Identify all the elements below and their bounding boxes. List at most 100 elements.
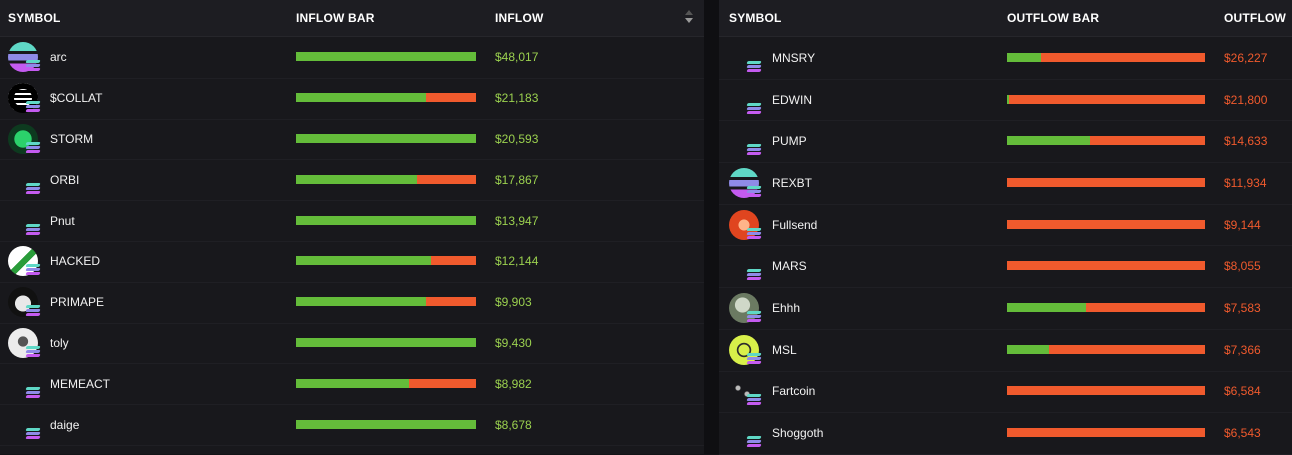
flow-bar-red-segment (1007, 177, 1205, 187)
table-row[interactable]: daige $8,678 (0, 404, 704, 446)
flow-amount: $6,584 (1224, 384, 1261, 399)
solana-chain-icon (746, 102, 762, 115)
inflow-value-header[interactable]: INFLOW (495, 11, 544, 25)
token-symbol[interactable]: MEMEACT (50, 377, 110, 391)
flow-bar (1007, 94, 1205, 104)
flow-bar (296, 133, 476, 143)
token-symbol[interactable]: PRIMAPE (50, 295, 104, 309)
table-row[interactable]: PUMP $14,633 (719, 120, 1292, 164)
solana-chain-icon (746, 436, 762, 448)
solana-chain-icon (25, 60, 41, 72)
token-symbol[interactable]: toly (50, 336, 69, 350)
table-row[interactable]: MARS $8,055 (719, 246, 1292, 289)
token-symbol[interactable]: Shoggoth (772, 426, 823, 440)
solana-chain-icon (25, 427, 41, 440)
panel-divider (704, 0, 719, 454)
flow-bar-red-segment (426, 297, 476, 307)
flow-bar-red-segment (431, 256, 476, 266)
outflow-symbol-header[interactable]: SYMBOL (729, 11, 782, 25)
flow-bar-green-segment (296, 93, 426, 103)
flow-bar (296, 174, 476, 184)
table-row[interactable]: EDWIN $21,800 (719, 79, 1292, 122)
flow-amount: $6,543 (1224, 426, 1261, 441)
token-symbol[interactable]: arc (50, 50, 67, 64)
sort-icon[interactable] (684, 9, 694, 25)
solana-chain-icon (25, 182, 41, 195)
solana-chain-icon (25, 141, 41, 154)
flow-bar (296, 93, 476, 103)
flow-amount: $20,593 (495, 131, 539, 146)
inflow-symbol-header[interactable]: SYMBOL (8, 11, 61, 25)
outflow-value-header[interactable]: OUTFLOW (1224, 11, 1286, 25)
table-row[interactable]: Fartcoin $6,584 (719, 371, 1292, 414)
token-symbol[interactable]: MSL (772, 343, 797, 357)
table-row[interactable]: STORM $20,593 (0, 119, 704, 161)
table-row[interactable]: MSL $7,366 (719, 329, 1292, 372)
table-row[interactable]: Ehhh $7,583 (719, 287, 1292, 330)
flow-bar (1007, 428, 1205, 438)
flow-amount: $9,903 (495, 295, 532, 310)
table-row[interactable]: REXBT $11,934 (719, 162, 1292, 205)
outflow-table-header: SYMBOL OUTFLOW BAR OUTFLOW (719, 0, 1292, 37)
flow-bar (296, 378, 476, 388)
token-symbol[interactable]: $COLLAT (50, 91, 102, 105)
flow-bar-red-segment (417, 174, 476, 184)
solana-chain-icon (25, 264, 41, 276)
flow-bar-red-segment (426, 93, 476, 103)
token-symbol[interactable]: MARS (772, 259, 807, 273)
table-row[interactable]: Pnut $13,947 (0, 200, 704, 242)
token-symbol[interactable]: ORBI (50, 173, 79, 187)
flow-bar-green-segment (1007, 52, 1041, 62)
inflow-bar-header[interactable]: INFLOW BAR (296, 11, 375, 25)
solana-chain-icon (25, 345, 41, 358)
solana-chain-icon (746, 144, 762, 156)
token-symbol[interactable]: daige (50, 418, 79, 432)
outflow-bar-header[interactable]: OUTFLOW BAR (1007, 11, 1099, 25)
solana-chain-icon (25, 386, 41, 399)
flow-bar (296, 419, 476, 429)
flow-bar-green-segment (296, 378, 409, 388)
token-symbol[interactable]: HACKED (50, 254, 100, 268)
flow-bar (1007, 303, 1205, 313)
flow-amount: $48,017 (495, 50, 539, 65)
table-row[interactable]: PRIMAPE $9,903 (0, 282, 704, 324)
flow-bar-green-segment (1007, 303, 1086, 313)
flow-amount: $9,144 (1224, 217, 1261, 232)
inflow-table-header: SYMBOL INFLOW BAR INFLOW (0, 0, 704, 37)
flow-bar-red-segment (1086, 303, 1205, 313)
flow-bar (296, 337, 476, 347)
token-symbol[interactable]: MNSRY (772, 51, 815, 65)
flow-bar (1007, 386, 1205, 396)
flow-bar (1007, 177, 1205, 187)
token-symbol[interactable]: PUMP (772, 134, 807, 148)
flow-amount: $21,183 (495, 91, 539, 106)
token-symbol[interactable]: Ehhh (772, 301, 800, 315)
token-symbol[interactable]: Fartcoin (772, 384, 815, 398)
table-row[interactable]: ORBI $17,867 (0, 159, 704, 202)
token-symbol[interactable]: EDWIN (772, 93, 812, 107)
table-row[interactable]: HACKED $12,144 (0, 241, 704, 283)
table-row[interactable]: Fullsend $9,144 (719, 204, 1292, 247)
flow-bar-green-segment (296, 52, 476, 62)
token-symbol[interactable]: Fullsend (772, 218, 817, 232)
flow-bar (1007, 261, 1205, 271)
flow-bar-green-segment (296, 174, 417, 184)
token-symbol[interactable]: STORM (50, 132, 93, 146)
table-row[interactable]: $COLLAT $21,183 (0, 78, 704, 120)
flow-bar (296, 215, 476, 225)
flow-bar-green-segment (1007, 344, 1049, 354)
solana-chain-icon (746, 311, 762, 323)
table-row[interactable]: toly $9,430 (0, 323, 704, 365)
table-row[interactable]: Shoggoth $6,543 (719, 412, 1292, 455)
table-row[interactable]: MNSRY $26,227 (719, 37, 1292, 80)
solana-chain-icon (25, 305, 41, 317)
token-symbol[interactable]: REXBT (772, 176, 812, 190)
flow-bar-red-segment (1009, 94, 1205, 104)
flow-amount: $7,583 (1224, 301, 1261, 316)
solana-chain-icon (746, 352, 762, 365)
table-row[interactable]: MEMEACT $8,982 (0, 363, 704, 406)
table-row[interactable]: arc $48,017 (0, 37, 704, 79)
solana-chain-icon (25, 101, 41, 113)
flow-amount: $21,800 (1224, 92, 1268, 107)
token-symbol[interactable]: Pnut (50, 214, 75, 228)
